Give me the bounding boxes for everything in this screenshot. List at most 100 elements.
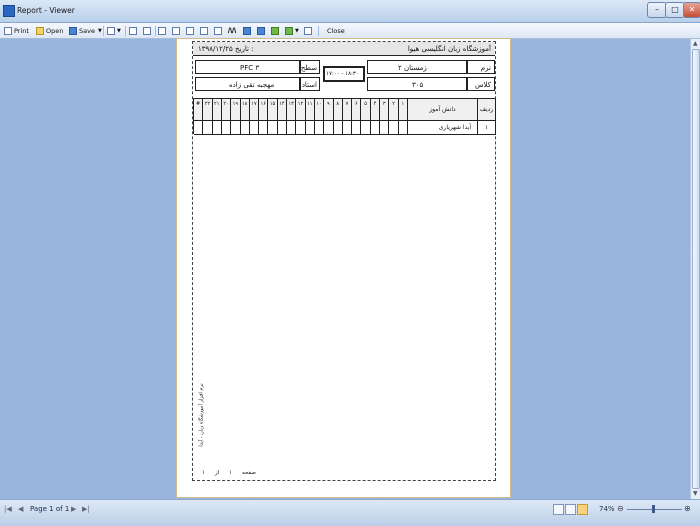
session-header-cell: ۴ bbox=[370, 99, 381, 121]
toolbar: Print Open Save ▼ ▼ ﾊﾊ ▼ Close bbox=[0, 23, 700, 39]
two-page-view-icon[interactable] bbox=[565, 504, 576, 515]
level-label-cell: سطح bbox=[300, 60, 320, 74]
export-button[interactable]: ▼ bbox=[107, 24, 121, 37]
full-screen-button[interactable] bbox=[304, 24, 314, 37]
attendance-cell bbox=[314, 121, 325, 135]
scroll-thumb[interactable] bbox=[692, 49, 700, 489]
class-label: کلاس bbox=[474, 81, 491, 89]
term-label: ترم bbox=[480, 64, 491, 72]
level-label: سطح bbox=[300, 64, 317, 72]
teacher-label: استاد bbox=[301, 81, 317, 89]
attendance-cell bbox=[305, 121, 315, 135]
page-icon bbox=[172, 26, 180, 35]
report-page-area: آموزشگاه زبان انگلیسی هیوا تاریخ : ۱۳۹۸/… bbox=[0, 39, 700, 499]
teacher-value: مهجبه تقی زاده bbox=[229, 81, 275, 89]
single-page-icon bbox=[243, 26, 251, 35]
session-header-cell: ۱۱ bbox=[305, 99, 315, 121]
attendance-cell bbox=[268, 121, 278, 135]
edit-button[interactable] bbox=[158, 24, 168, 37]
save-button[interactable]: Save ▼ bbox=[69, 24, 102, 37]
session-header-cell: ۱۲ bbox=[296, 99, 306, 121]
zoom-menu-button[interactable]: ▼ bbox=[285, 24, 299, 37]
pencil-icon bbox=[158, 26, 166, 35]
scroll-up-icon[interactable]: ▲ bbox=[693, 40, 699, 47]
zoom-icon bbox=[285, 26, 293, 35]
session-header-cell: ۱۰ bbox=[314, 99, 325, 121]
attendance-cell bbox=[259, 121, 269, 135]
time-box: ۱۷:۰۰ - ۱۸:۳۰ bbox=[323, 66, 365, 82]
toolbar-separator bbox=[125, 26, 126, 36]
term-label-cell: ترم bbox=[467, 60, 495, 74]
page-button[interactable] bbox=[186, 24, 196, 37]
toolbar-separator bbox=[155, 26, 156, 36]
attendance-cell bbox=[380, 121, 390, 135]
attendance-cell bbox=[194, 121, 204, 135]
session-header-cell: ۲ bbox=[389, 99, 399, 121]
page-setup-button[interactable] bbox=[172, 24, 182, 37]
attendance-cell bbox=[389, 121, 399, 135]
first-page-icon[interactable]: |◀ bbox=[4, 505, 12, 513]
next-page-icon[interactable]: ▶ bbox=[71, 505, 76, 513]
app-icon bbox=[3, 5, 15, 17]
open-button[interactable]: Open bbox=[36, 24, 63, 37]
attendance-cell bbox=[361, 121, 371, 135]
status-bar: |◀ ◀ Page 1 of 1 ▶ ▶| 74% ⊖ ⊕ bbox=[0, 499, 700, 526]
multi-page-button[interactable] bbox=[271, 24, 281, 37]
bookmark-button[interactable] bbox=[214, 24, 224, 37]
chevron-down-icon: ▼ bbox=[97, 27, 102, 34]
attendance-cell bbox=[342, 121, 353, 135]
previous-page-icon[interactable]: ◀ bbox=[18, 505, 23, 513]
report-page-frame: آموزشگاه زبان انگلیسی هیوا تاریخ : ۱۳۹۸/… bbox=[192, 41, 496, 481]
zoom-out-icon[interactable]: ⊖ bbox=[617, 504, 624, 513]
session-header-cell: ۲۰ bbox=[221, 99, 232, 121]
copy-button[interactable] bbox=[129, 24, 139, 37]
attendance-cell bbox=[249, 121, 260, 135]
close-button[interactable]: Close bbox=[327, 24, 345, 37]
attendance-cell bbox=[212, 121, 222, 135]
session-header-cell: ۲۲ bbox=[203, 99, 213, 121]
vertical-scrollbar[interactable]: ▲ ▼ bbox=[690, 39, 700, 499]
session-header-cell: ۵ bbox=[361, 99, 371, 121]
attendance-cell bbox=[324, 121, 334, 135]
disk-icon bbox=[69, 26, 77, 35]
session-header-cell: ۶ bbox=[352, 99, 362, 121]
minimize-button[interactable]: – bbox=[647, 2, 667, 18]
single-page-view-icon[interactable] bbox=[553, 504, 564, 515]
open-label: Open bbox=[46, 26, 64, 35]
print-button[interactable]: Print bbox=[4, 24, 29, 37]
continuous-button[interactable] bbox=[257, 24, 267, 37]
zoom-in-icon[interactable]: ⊕ bbox=[684, 504, 691, 513]
level-value: PFC ۳ bbox=[240, 64, 260, 72]
attendance-cell bbox=[296, 121, 306, 135]
multi-page-view-icon[interactable] bbox=[577, 504, 588, 515]
paste-icon bbox=[143, 26, 151, 35]
session-header-cell: ۱۳ bbox=[287, 99, 297, 121]
level-value-cell: PFC ۳ bbox=[195, 60, 300, 74]
last-page-icon[interactable]: ▶| bbox=[82, 505, 90, 513]
scroll-down-icon[interactable]: ▼ bbox=[693, 490, 699, 497]
footer-page-num: ۱ bbox=[229, 470, 232, 476]
date-label: تاریخ : bbox=[235, 45, 254, 53]
close-window-button[interactable]: ✕ bbox=[683, 2, 700, 18]
session-header-cell: ۹ bbox=[324, 99, 334, 121]
attendance-cell bbox=[287, 121, 297, 135]
binoculars-icon: ﾊﾊ bbox=[228, 26, 236, 35]
session-header-cell: ۱۵ bbox=[268, 99, 278, 121]
attendance-table: ردیف دانش آموز ۱ آیدا شهریاری ۱۲۳۴۵۶۷۸۹۱… bbox=[193, 98, 496, 135]
maximize-button[interactable]: □ bbox=[665, 2, 685, 18]
printer-icon bbox=[4, 26, 12, 35]
document-button[interactable] bbox=[200, 24, 210, 37]
attendance-cell bbox=[203, 121, 213, 135]
session-header-cell: # bbox=[194, 99, 204, 121]
session-header-cell: ۱۴ bbox=[277, 99, 288, 121]
find-button[interactable]: ﾊﾊ bbox=[228, 24, 236, 37]
table-cell-student-name: آیدا شهریاری bbox=[408, 121, 478, 135]
zoom-slider-thumb[interactable] bbox=[652, 505, 655, 513]
document-icon bbox=[200, 26, 208, 35]
session-header-cell: ۱۶ bbox=[259, 99, 269, 121]
page-info: Page 1 of 1 bbox=[30, 505, 70, 513]
paste-button[interactable] bbox=[143, 24, 153, 37]
multi-page-icon bbox=[271, 26, 279, 35]
class-value-cell: ۳۰۵ bbox=[367, 77, 467, 91]
single-page-button[interactable] bbox=[243, 24, 253, 37]
